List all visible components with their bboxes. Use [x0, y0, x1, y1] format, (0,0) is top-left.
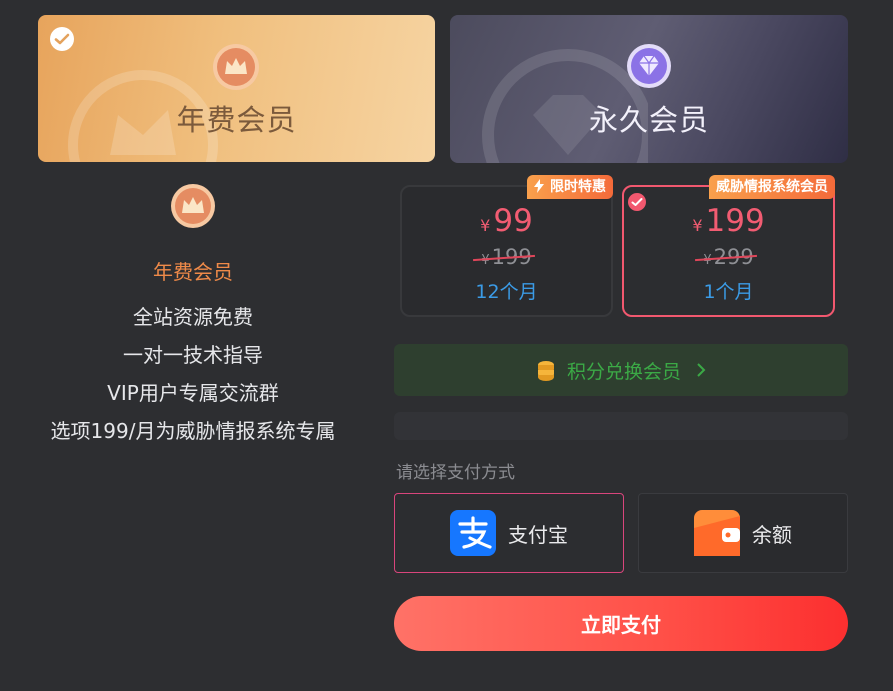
diamond-medal-icon	[627, 44, 671, 88]
payment-method-alipay[interactable]: 支付宝	[394, 493, 624, 573]
points-exchange-button[interactable]: 积分兑换会员	[394, 344, 848, 396]
alipay-label: 支付宝	[508, 522, 568, 547]
points-exchange-label: 积分兑换会员	[566, 360, 681, 383]
feature-item: 全站资源免费	[133, 305, 253, 329]
chevron-right-icon	[697, 363, 706, 377]
plan-badge: 威胁情报系统会员	[709, 175, 835, 199]
balance-label: 余额	[752, 522, 792, 547]
crown-medal-icon	[171, 184, 215, 228]
plan-duration: 12个月	[475, 281, 538, 303]
lightning-icon	[534, 179, 544, 193]
plan-price: ¥99	[480, 203, 533, 239]
lifetime-card-title: 永久会员	[588, 103, 709, 137]
feature-list: 全站资源免费 一对一技术指导 VIP用户专属交流群 选项199/月为威胁情报系统…	[30, 300, 356, 452]
annual-card-title: 年费会员	[176, 103, 297, 137]
wallet-icon	[694, 510, 740, 556]
empty-strip	[394, 412, 848, 440]
annual-membership-card[interactable]: 年费会员	[38, 15, 435, 162]
feature-item: VIP用户专属交流群	[107, 381, 279, 405]
feature-item: 选项199/月为威胁情报系统专属	[50, 419, 336, 443]
plan-option-1-month[interactable]: 威胁情报系统会员 ¥199 ¥299 1个月	[622, 175, 835, 317]
pay-now-button[interactable]: 立即支付	[394, 596, 848, 651]
payment-method-label: 请选择支付方式	[396, 463, 515, 483]
payment-method-balance[interactable]: 余额	[638, 493, 848, 573]
plan-option-12-months[interactable]: 限时特惠 ¥99 ¥199 12个月	[400, 175, 613, 317]
plan-original-price: ¥299	[624, 245, 833, 269]
crown-medal-icon	[213, 44, 259, 90]
coins-icon	[537, 361, 554, 381]
plan-price: ¥199	[692, 203, 765, 239]
plan-duration: 1个月	[703, 281, 754, 303]
feature-item: 一对一技术指导	[123, 343, 263, 367]
alipay-icon	[450, 510, 496, 556]
lifetime-membership-card[interactable]: 永久会员	[450, 15, 848, 163]
feature-title: 年费会员	[153, 260, 233, 284]
plan-badge: 限时特惠	[527, 175, 613, 199]
plan-original-price: ¥199	[402, 245, 611, 269]
check-circle-icon	[50, 27, 74, 51]
